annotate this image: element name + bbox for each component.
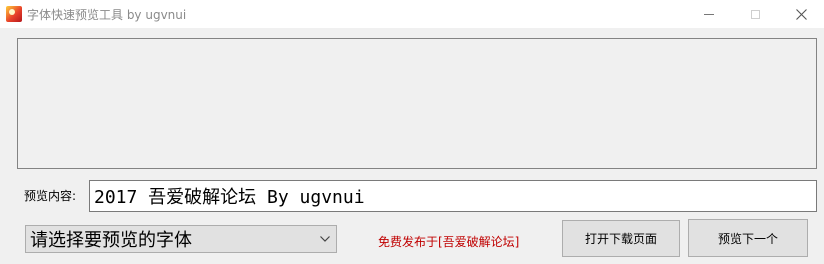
- preview-next-label: 预览下一个: [717, 231, 778, 246]
- font-preview-area: [17, 38, 817, 169]
- release-note: 免费发布于[吾爱破解论坛]: [378, 235, 520, 249]
- preview-content-label: 预览内容:: [24, 189, 77, 203]
- close-button[interactable]: [778, 0, 824, 28]
- preview-next-button[interactable]: 预览下一个: [688, 219, 808, 257]
- close-icon: [795, 8, 807, 20]
- open-download-page-label: 打开下载页面: [584, 232, 657, 246]
- minimize-button[interactable]: [686, 0, 732, 28]
- chevron-down-icon: [318, 230, 332, 248]
- font-select-dropdown[interactable]: 请选择要预览的字体: [25, 225, 337, 253]
- minimize-icon: [704, 13, 714, 15]
- app-logo-icon: [6, 6, 22, 22]
- open-download-page-button[interactable]: 打开下载页面: [562, 220, 680, 257]
- font-select-value: 请选择要预览的字体: [30, 230, 192, 251]
- preview-content-input[interactable]: [89, 180, 817, 212]
- title-bar: 字体快速预览工具 by ugvnui: [0, 0, 824, 28]
- window-title: 字体快速预览工具 by ugvnui: [27, 8, 187, 22]
- maximize-icon: [750, 9, 760, 19]
- maximize-button[interactable]: [732, 0, 778, 28]
